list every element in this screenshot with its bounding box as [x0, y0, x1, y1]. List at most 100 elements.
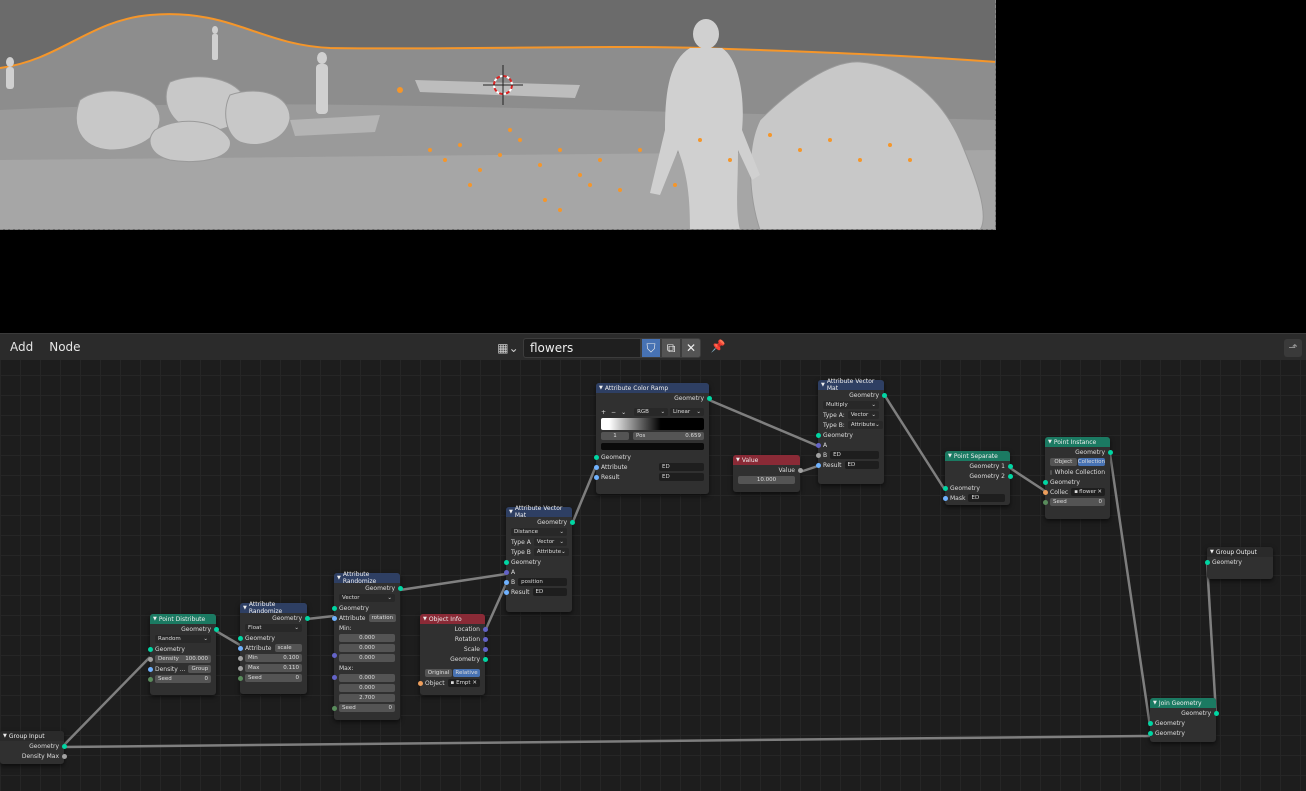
node-tree-browse-button[interactable]: ▦⌄: [494, 338, 522, 357]
pin-button[interactable]: 📌: [708, 339, 728, 357]
operation-dropdown[interactable]: Multiply ⌄: [823, 401, 879, 409]
node-point-separate[interactable]: ▼ Point Separate Geometry 1 Geometry 2 Ge…: [942, 451, 1013, 505]
socket[interactable]: [1147, 730, 1153, 736]
collapse-icon[interactable]: ▼: [337, 575, 341, 581]
socket[interactable]: [304, 615, 310, 621]
result-field[interactable]: ED: [659, 473, 704, 481]
collapse-icon[interactable]: ▼: [1048, 439, 1052, 445]
stop-color-swatch[interactable]: [601, 443, 704, 450]
socket[interactable]: [815, 432, 821, 438]
type-a-dropdown[interactable]: Vector ⌄: [847, 411, 879, 419]
collapse-icon[interactable]: ▼: [423, 616, 427, 622]
node-join-geometry[interactable]: ▼ Join Geometry Geometry Geometry Geometr…: [1147, 698, 1219, 742]
node-value[interactable]: ▼ Value Value 10.000: [733, 455, 803, 492]
close-icon[interactable]: ✕: [1097, 489, 1102, 495]
type-b-dropdown[interactable]: Attribute ⌄: [533, 548, 569, 556]
socket[interactable]: [482, 656, 488, 662]
socket[interactable]: [147, 646, 153, 652]
socket[interactable]: [61, 753, 67, 759]
whole-collection-checkbox[interactable]: [1050, 469, 1052, 475]
unlink-button[interactable]: ✕: [681, 338, 701, 358]
type-a-dropdown[interactable]: Vector ⌄: [533, 538, 567, 546]
node-point-instance[interactable]: ▼ Point Instance Geometry Object Collectio…: [1042, 437, 1113, 519]
socket[interactable]: [815, 452, 821, 458]
b-attribute-field[interactable]: position: [518, 578, 567, 586]
socket[interactable]: [331, 605, 337, 611]
b-field[interactable]: ED: [830, 451, 879, 459]
socket[interactable]: [237, 645, 243, 651]
socket[interactable]: [237, 675, 243, 681]
fake-user-button[interactable]: ⛉: [641, 338, 661, 358]
socket[interactable]: [569, 519, 575, 525]
max-z-field[interactable]: 2.700: [339, 694, 395, 702]
socket[interactable]: [1107, 449, 1113, 455]
result-field[interactable]: ED: [532, 588, 567, 596]
max-field[interactable]: Max 0.110: [245, 664, 302, 672]
collapse-icon[interactable]: ▼: [821, 382, 825, 388]
socket[interactable]: [942, 485, 948, 491]
node-attribute-vector-math-distance[interactable]: ▼ Attribute Vector Mat Geometry Distance ⌄…: [503, 505, 575, 612]
socket[interactable]: [503, 559, 509, 565]
socket[interactable]: [593, 464, 599, 470]
socket[interactable]: [213, 626, 219, 632]
duplicate-button[interactable]: ⧉: [661, 338, 681, 358]
collapse-icon[interactable]: ▼: [153, 616, 157, 622]
socket[interactable]: [1007, 463, 1013, 469]
socket[interactable]: [1007, 473, 1013, 479]
max-y-field[interactable]: 0.000: [339, 684, 395, 692]
collection-field[interactable]: ▪ flower ✕: [1071, 488, 1105, 496]
socket[interactable]: [147, 656, 153, 662]
color-ramp-gradient[interactable]: [601, 418, 704, 430]
node-group-input[interactable]: ▼ Group Input Geometry Density Max: [0, 731, 67, 764]
attribute-field[interactable]: scale: [274, 644, 302, 652]
socket[interactable]: [1147, 720, 1153, 726]
socket[interactable]: [237, 635, 243, 641]
node-editor[interactable]: Add Node ▦⌄ flowers ⛉ ⧉ ✕ 📌 ⬏ ▼ Group Inp…: [0, 333, 1306, 791]
menu-add[interactable]: Add: [2, 340, 41, 354]
remove-stop-button[interactable]: −: [611, 409, 616, 416]
min-z-field[interactable]: 0.000: [339, 654, 395, 662]
attribute-field[interactable]: ED: [659, 463, 704, 471]
socket[interactable]: [1204, 559, 1210, 565]
relative-button[interactable]: Relative: [453, 669, 480, 677]
socket[interactable]: [797, 467, 803, 473]
collapse-icon[interactable]: ▼: [1153, 700, 1157, 706]
stop-index-field[interactable]: 1: [601, 432, 629, 440]
node-attribute-randomize-float[interactable]: ▼ Attribute Randomize Geometry Float ⌄ Geo…: [237, 601, 310, 694]
operation-dropdown[interactable]: Distance ⌄: [511, 528, 567, 536]
node-tree-name-field[interactable]: flowers: [523, 338, 641, 358]
node-attribute-vector-math-multiply[interactable]: ▼ Attribute Vector Mat Geometry Multiply ⌄…: [815, 378, 887, 484]
collapse-icon[interactable]: ▼: [509, 509, 513, 515]
socket[interactable]: [147, 666, 153, 672]
socket[interactable]: [815, 442, 821, 448]
socket[interactable]: [503, 569, 509, 575]
node-attribute-randomize-vector[interactable]: ▼ Attribute Randomize Geometry Vector ⌄ Ge…: [331, 571, 403, 720]
socket[interactable]: [503, 589, 509, 595]
socket[interactable]: [482, 636, 488, 642]
socket[interactable]: [61, 743, 67, 749]
socket[interactable]: [482, 646, 488, 652]
object-field[interactable]: ▪ Empt ✕: [447, 679, 480, 687]
node-attribute-color-ramp[interactable]: ▼ Attribute Color Ramp Geometry + − ⌄ RGB…: [593, 383, 712, 494]
node-group-output[interactable]: ▼ Group Output Geometry: [1204, 547, 1273, 579]
parent-tree-button[interactable]: ⬏: [1284, 339, 1302, 357]
socket[interactable]: [397, 585, 403, 591]
node-object-info[interactable]: ▼ Object Info Location Rotation Scale Geo…: [417, 614, 488, 695]
socket[interactable]: [482, 626, 488, 632]
socket[interactable]: [331, 615, 337, 621]
collapse-icon[interactable]: ▼: [948, 453, 952, 459]
max-x-field[interactable]: 0.000: [339, 674, 395, 682]
socket[interactable]: [1213, 710, 1219, 716]
result-field[interactable]: ED: [844, 461, 879, 469]
collapse-icon[interactable]: ▼: [243, 605, 247, 611]
collapse-icon[interactable]: ▼: [599, 385, 603, 391]
type-b-dropdown[interactable]: Attribute ⌄: [847, 421, 883, 429]
min-y-field[interactable]: 0.000: [339, 644, 395, 652]
type-dropdown[interactable]: Float ⌄: [245, 624, 302, 632]
add-stop-button[interactable]: +: [601, 409, 606, 416]
seed-field[interactable]: Seed 0: [339, 704, 395, 712]
density-attribute-field[interactable]: Group: [188, 665, 212, 673]
node-point-distribute[interactable]: ▼ Point Distribute Geometry Random ⌄ Geome…: [147, 614, 219, 695]
collapse-icon[interactable]: ▼: [1210, 549, 1214, 555]
interpolation-dropdown[interactable]: Linear ⌄: [670, 408, 704, 416]
